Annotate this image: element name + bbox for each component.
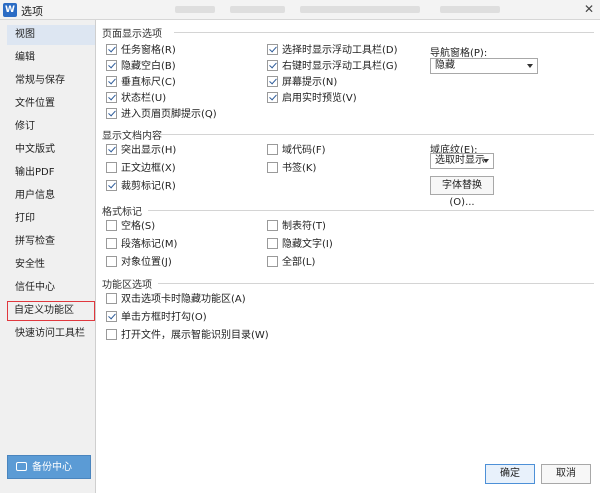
checkbox-paragraph-marks[interactable]: 段落标记(M) <box>106 238 177 252</box>
nav-pane-label: 导航窗格(P): <box>430 48 488 59</box>
window-title: 选项 <box>21 5 43 18</box>
sidebar-item-edit[interactable]: 编辑 <box>7 48 95 68</box>
close-icon[interactable]: ✕ <box>584 2 594 16</box>
section-divider <box>148 210 594 211</box>
section-title-ribbon-options: 功能区选项 <box>102 280 152 291</box>
section-title-doc-content: 显示文档内容 <box>102 131 162 142</box>
title-bar: W 选项 ✕ <box>0 0 600 20</box>
sidebar-item-chinese-layout[interactable]: 中文版式 <box>7 140 95 160</box>
checkbox-object-anchors[interactable]: 对象位置(J) <box>106 256 172 270</box>
blurred-toolbar <box>440 6 500 13</box>
checkbox-spaces[interactable]: 空格(S) <box>106 220 155 234</box>
sidebar-item-print[interactable]: 打印 <box>7 209 95 229</box>
options-sidebar: 视图 编辑 常规与保存 文件位置 修订 中文版式 输出PDF 用户信息 打印 拼… <box>0 20 96 493</box>
sidebar-item-revision[interactable]: 修订 <box>7 117 95 137</box>
checkbox-all-marks[interactable]: 全部(L) <box>267 256 315 270</box>
dropdown-arrow-icon <box>483 159 489 163</box>
checkbox-header-footer-hint[interactable]: 进入页眉页脚提示(Q) <box>106 108 217 122</box>
ok-button[interactable]: 确定 <box>485 464 535 484</box>
checkbox-smart-toc[interactable]: 打开文件，展示智能识别目录(W) <box>106 329 269 343</box>
section-divider <box>158 134 594 135</box>
checkbox-screen-tips[interactable]: 屏幕提示(N) <box>267 76 337 90</box>
options-content: 页面显示选项 任务窗格(R) 隐藏空白(B) 垂直标尺(C) 状态栏(U) 进入… <box>97 20 600 493</box>
sidebar-item-security[interactable]: 安全性 <box>7 255 95 275</box>
checkbox-hide-blank[interactable]: 隐藏空白(B) <box>106 60 176 74</box>
backup-center-button[interactable]: 备份中心 <box>7 455 91 479</box>
sidebar-item-output-pdf[interactable]: 输出PDF <box>7 163 95 183</box>
checkbox-tab-chars[interactable]: 制表符(T) <box>267 220 326 234</box>
sidebar-item-customize-ribbon[interactable]: 自定义功能区 <box>7 301 95 321</box>
sidebar-item-file-location[interactable]: 文件位置 <box>7 94 95 114</box>
section-divider <box>158 283 594 284</box>
sidebar-item-quick-access-toolbar[interactable]: 快速访问工具栏 <box>7 324 95 344</box>
checkbox-crop-marks[interactable]: 裁剪标记(R) <box>106 180 176 194</box>
checkbox-hidden-text[interactable]: 隐藏文字(I) <box>267 238 333 252</box>
sidebar-item-trust-center[interactable]: 信任中心 <box>7 278 95 298</box>
checkbox-bookmarks[interactable]: 书签(K) <box>267 162 316 176</box>
checkbox-double-click-hide-ribbon[interactable]: 双击选项卡时隐藏功能区(A) <box>106 293 246 307</box>
checkbox-click-box-check[interactable]: 单击方框时打勾(O) <box>106 311 207 325</box>
checkbox-highlight[interactable]: 突出显示(H) <box>106 144 176 158</box>
field-shading-select[interactable]: 选取时显示 <box>430 153 494 169</box>
sidebar-item-general-save[interactable]: 常规与保存 <box>7 71 95 91</box>
backup-center-label: 备份中心 <box>32 462 72 473</box>
blurred-toolbar <box>230 6 285 13</box>
dropdown-arrow-icon <box>527 64 533 68</box>
blurred-toolbar <box>175 6 215 13</box>
section-title-page-display: 页面显示选项 <box>102 29 162 40</box>
section-title-format-marks: 格式标记 <box>102 207 142 218</box>
checkbox-float-toolbar-select[interactable]: 选择时显示浮动工具栏(D) <box>267 44 398 58</box>
sidebar-item-view[interactable]: 视图 <box>7 25 95 45</box>
blurred-toolbar <box>300 6 420 13</box>
checkbox-live-preview[interactable]: 启用实时预览(V) <box>267 92 357 106</box>
sidebar-item-user-info[interactable]: 用户信息 <box>7 186 95 206</box>
nav-pane-select[interactable]: 隐藏 <box>430 58 538 74</box>
section-divider <box>174 32 594 33</box>
cancel-button[interactable]: 取消 <box>541 464 591 484</box>
checkbox-status-bar[interactable]: 状态栏(U) <box>106 92 166 106</box>
checkbox-field-codes[interactable]: 域代码(F) <box>267 144 326 158</box>
checkbox-vertical-ruler[interactable]: 垂直标尺(C) <box>106 76 176 90</box>
wps-logo-icon: W <box>3 3 17 17</box>
backup-icon <box>16 462 27 471</box>
font-substitution-button[interactable]: 字体替换(O)... <box>430 176 494 208</box>
checkbox-float-toolbar-rightclick[interactable]: 右键时显示浮动工具栏(G) <box>267 60 398 74</box>
checkbox-text-boundaries[interactable]: 正文边框(X) <box>106 162 176 176</box>
sidebar-item-spell-check[interactable]: 拼写检查 <box>7 232 95 252</box>
checkbox-task-pane[interactable]: 任务窗格(R) <box>106 44 176 58</box>
